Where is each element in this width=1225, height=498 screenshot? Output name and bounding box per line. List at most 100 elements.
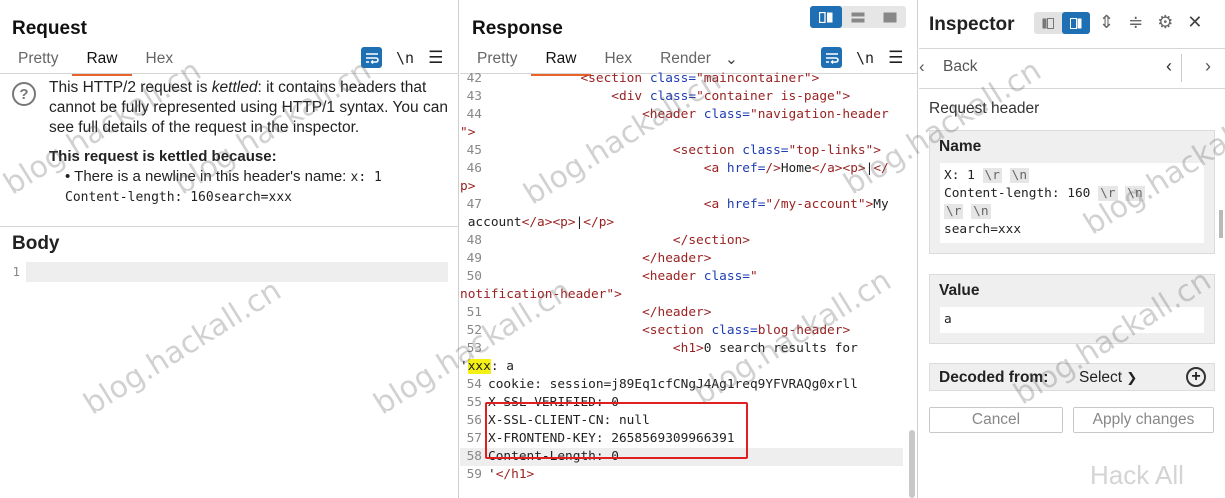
code-text: X-SSL-CLIENT-CN: null	[488, 413, 650, 428]
code-line[interactable]: 58 Content-Length: 0	[460, 448, 903, 466]
decoded-select[interactable]: Select ❯	[1079, 369, 1137, 387]
newline-toggle[interactable]: \n	[856, 49, 874, 67]
apply-changes-button[interactable]: Apply changes	[1073, 407, 1214, 433]
code-line[interactable]: 45 <section class="top-links">	[460, 142, 903, 160]
code-line[interactable]: 'xxx: a	[460, 358, 903, 376]
kettled-reason-heading: This request is kettled because:	[49, 148, 277, 165]
code-text: X-FRONTEND-KEY: 2658569309966391	[488, 431, 735, 446]
inspector-nav: ‹ Back ‹ ›	[919, 52, 1225, 82]
code-line[interactable]: 52 <section class=blog-header>	[460, 322, 903, 340]
name-value-field[interactable]: X: 1 \r \n Content-length: 160 \r \n \r …	[940, 163, 1204, 243]
back-button[interactable]: ‹ Back	[919, 57, 978, 76]
split-view-icon[interactable]	[810, 6, 842, 28]
code-line[interactable]: 54 cookie: session=j89Eq1cfCNgJ4Ag1req9YF…	[460, 376, 903, 394]
message-text-1: This HTTP/2 request is	[49, 79, 212, 96]
code-line[interactable]: 51 </header>	[460, 304, 903, 322]
inspector-subtitle: Request header	[929, 100, 1040, 117]
decoded-from-bar: Decoded from: Select ❯ +	[929, 363, 1215, 391]
code-line[interactable]: 55 X-SSL-VERIFIED: 0	[460, 394, 903, 412]
divider	[1181, 54, 1182, 82]
code-line[interactable]: 59 '</h1>	[460, 466, 903, 484]
expand-icon[interactable]: ⇕	[1099, 12, 1114, 33]
line-number: 43	[466, 89, 482, 104]
menu-icon[interactable]: ☰	[428, 49, 443, 66]
code-line[interactable]: 49 </header>	[460, 250, 903, 268]
menu-icon[interactable]: ☰	[888, 49, 903, 66]
body-line[interactable]	[26, 262, 448, 282]
scrollbar[interactable]	[1219, 210, 1223, 238]
horizontal-view-icon[interactable]	[842, 6, 874, 28]
code-text: notification-header">	[460, 287, 622, 302]
code-text: <h1>0 search results for	[672, 341, 858, 356]
line-number: 1	[12, 264, 20, 279]
value-field[interactable]: a	[940, 307, 1204, 333]
code-text: X-SSL-VERIFIED: 0	[488, 395, 619, 410]
message-emphasis: kettled	[211, 79, 258, 96]
line-number: 45	[466, 143, 482, 158]
code-text: </section>	[672, 233, 750, 248]
code-text: '</h1>	[488, 467, 535, 482]
response-pane: Response Pretty Raw Hex Render ⌄ \n ☰ 42…	[460, 0, 918, 498]
line-number: 50	[466, 269, 482, 284]
body-editor[interactable]: 1	[2, 262, 448, 282]
next-button[interactable]: ›	[1205, 56, 1211, 77]
code-text: </header>	[642, 251, 712, 266]
scrollbar[interactable]	[909, 430, 915, 498]
name-label: Name	[939, 138, 982, 155]
close-icon[interactable]: ✕	[1187, 12, 1202, 33]
reason-text: There is a newline in this header's name…	[74, 168, 347, 185]
reason-code-1: x: 1	[350, 170, 382, 185]
code-line[interactable]: 48 </section>	[460, 232, 903, 250]
panel-right-icon[interactable]	[1062, 12, 1090, 34]
code-line[interactable]: p>	[460, 178, 903, 196]
code-line[interactable]: 46 <a href=/>Home</a><p>|</	[460, 160, 903, 178]
add-icon[interactable]: +	[1186, 367, 1206, 387]
reason-code-2: Content-length: 160search=xxx	[65, 190, 292, 205]
inspector-tools: ⇕ ≑ ⚙ ✕	[1099, 12, 1202, 33]
word-wrap-icon[interactable]	[821, 47, 842, 68]
code-line[interactable]: 53 <h1>0 search results for	[460, 340, 903, 358]
code-line[interactable]: notification-header">	[460, 286, 903, 304]
kettled-reason-item: • There is a newline in this header's na…	[65, 168, 382, 185]
tab-raw[interactable]: Raw	[72, 48, 132, 76]
code-text: </header>	[642, 305, 712, 320]
value-card: Value a	[929, 274, 1215, 344]
line-number: 42	[466, 71, 482, 86]
code-line[interactable]: account</a><p>|</p>	[460, 214, 903, 232]
panel-left-icon[interactable]	[1034, 12, 1062, 34]
back-label: Back	[943, 58, 978, 75]
single-view-icon[interactable]	[874, 6, 906, 28]
line-number: 57	[466, 431, 482, 446]
code-line[interactable]: ">	[460, 124, 903, 142]
newline-toggle[interactable]: \n	[396, 49, 414, 67]
line-number: 52	[466, 323, 482, 338]
line-number: 54	[466, 377, 482, 392]
code-line[interactable]: 47 <a href="/my-account">My	[460, 196, 903, 214]
code-line[interactable]: 57 X-FRONTEND-KEY: 2658569309966391	[460, 430, 903, 448]
inspector-pane: Inspector ⇕ ≑ ⚙ ✕ ‹ Back ‹ › Request hea…	[919, 0, 1225, 498]
code-line[interactable]: 56 X-SSL-CLIENT-CN: null	[460, 412, 903, 430]
tab-hex[interactable]: Hex	[132, 48, 188, 76]
collapse-icon[interactable]: ≑	[1128, 12, 1143, 33]
code-line[interactable]: 43 <div class="container is-page">	[460, 88, 903, 106]
code-text: <a href=/>Home</a><p>|</	[703, 161, 889, 176]
help-icon: ?	[12, 82, 36, 106]
name-card: Name X: 1 \r \n Content-length: 160 \r \…	[929, 130, 1215, 254]
word-wrap-icon[interactable]	[361, 47, 382, 68]
code-line[interactable]: 44 <header class="navigation-header	[460, 106, 903, 124]
response-code[interactable]: 42 <section class="maincontainer"> 43 <di…	[460, 70, 903, 498]
kettled-message: This HTTP/2 request is kettled: it conta…	[49, 78, 450, 138]
prev-button[interactable]: ‹	[1166, 56, 1172, 77]
decoded-select-value: Select	[1079, 369, 1123, 386]
line-number: 56	[466, 413, 482, 428]
gear-icon[interactable]: ⚙	[1157, 12, 1173, 33]
request-tabs: Pretty Raw Hex	[4, 48, 187, 76]
cancel-button[interactable]: Cancel	[929, 407, 1063, 433]
code-line[interactable]: 42 <section class="maincontainer">	[460, 70, 903, 88]
line-number: 58	[466, 449, 482, 464]
code-text: 'xxx: a	[460, 359, 514, 374]
tab-pretty[interactable]: Pretty	[4, 48, 72, 76]
code-line[interactable]: 50 <header class="	[460, 268, 903, 286]
decoded-label: Decoded from:	[939, 369, 1049, 386]
code-text: cookie: session=j89Eq1cfCNgJ4Ag1req9YFVR…	[488, 377, 858, 392]
